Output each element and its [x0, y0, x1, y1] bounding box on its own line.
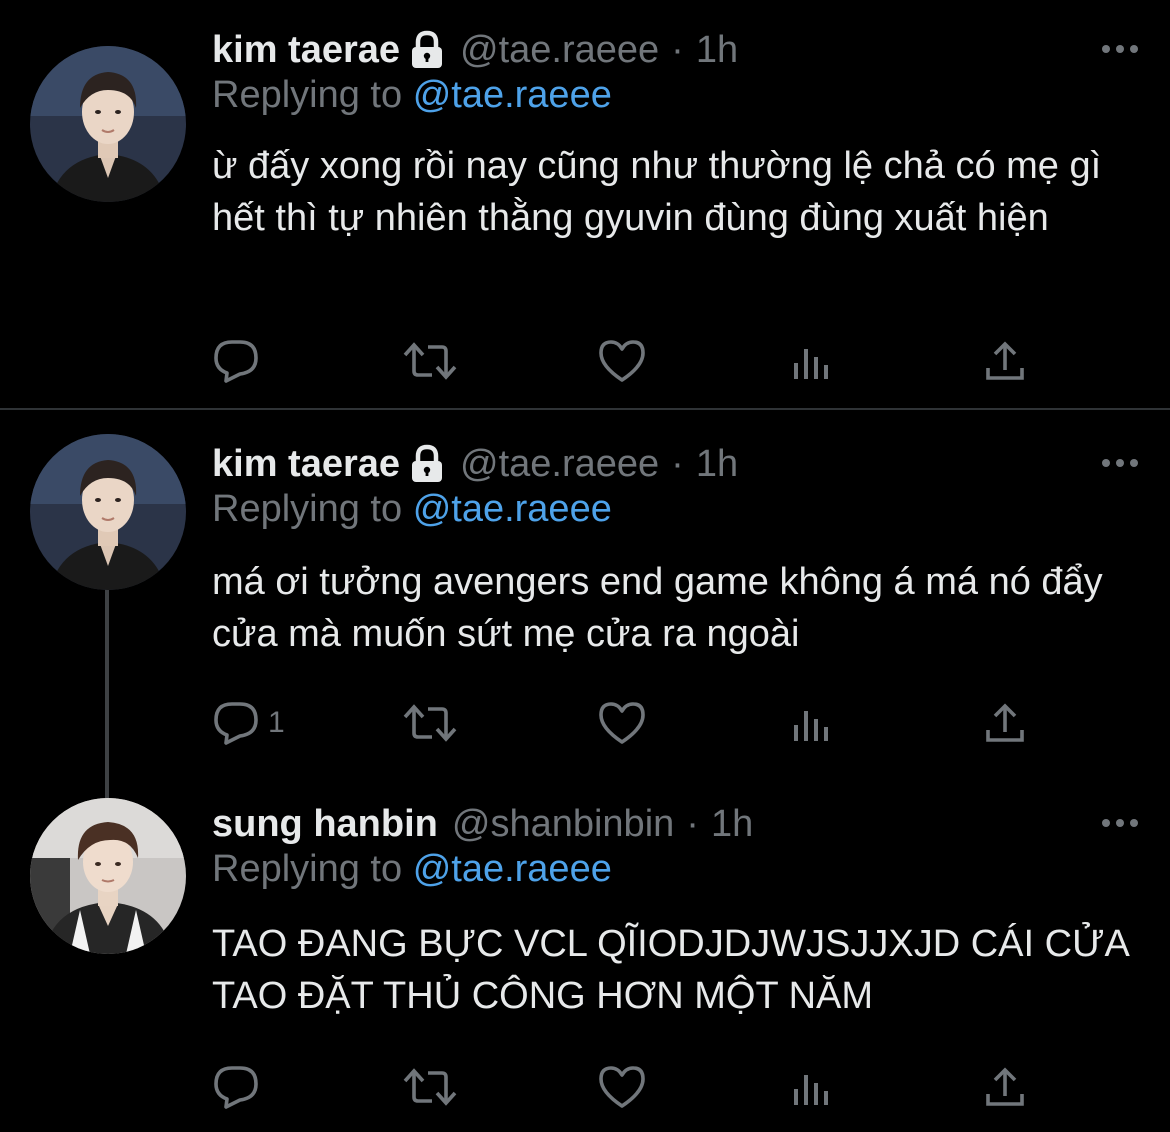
retweet-button[interactable] [402, 1062, 458, 1112]
views-icon [792, 341, 832, 381]
tweet-header: kim taerae @tae.raeee · 1h [212, 438, 738, 490]
reply-icon [212, 338, 260, 384]
avatar[interactable] [30, 798, 186, 954]
more-icon[interactable] [1100, 456, 1140, 470]
views-button[interactable] [792, 336, 832, 386]
handle[interactable]: @tae.raeee [460, 443, 659, 486]
tweet-3[interactable]: sung hanbin @shanbinbin · 1h Replying to… [0, 798, 1170, 1132]
views-button[interactable] [792, 1062, 832, 1112]
reply-icon [212, 1064, 260, 1110]
action-bar [212, 336, 1042, 386]
avatar[interactable] [30, 434, 186, 590]
replying-prefix: Replying to [212, 848, 403, 890]
share-icon [984, 1066, 1026, 1108]
tweet-text: má ơi tưởng avengers end game không á má… [212, 561, 1103, 655]
tweet-header: kim taerae @tae.raeee · 1h [212, 24, 738, 76]
display-name[interactable]: sung hanbin [212, 803, 438, 846]
retweet-icon [402, 1065, 458, 1109]
display-name[interactable]: kim taerae [212, 443, 400, 486]
like-icon [597, 700, 647, 746]
timestamp[interactable]: 1h [696, 29, 738, 72]
reply-count: 1 [268, 706, 285, 739]
like-button[interactable] [597, 698, 647, 748]
retweet-button[interactable] [402, 336, 458, 386]
replying-mention[interactable]: @tae.raeee [413, 848, 612, 890]
views-icon [792, 703, 832, 743]
reply-button[interactable] [212, 1062, 268, 1112]
share-button[interactable] [984, 336, 1026, 386]
like-icon [597, 338, 647, 384]
tweet-header: sung hanbin @shanbinbin · 1h [212, 798, 753, 850]
timestamp[interactable]: 1h [711, 803, 753, 846]
separator: · [671, 28, 684, 71]
thread-line [105, 588, 109, 798]
replying-mention[interactable]: @tae.raeee [413, 488, 612, 530]
like-icon [597, 1064, 647, 1110]
separator: · [686, 802, 699, 845]
replying-prefix: Replying to [212, 488, 403, 530]
replying-to: Replying to @tae.raeee [212, 488, 612, 531]
handle[interactable]: @shanbinbin [452, 803, 674, 846]
tweet-1[interactable]: kim taerae @tae.raeee · 1h Replying to @… [0, 24, 1170, 410]
more-icon[interactable] [1100, 42, 1140, 56]
retweet-icon [402, 339, 458, 383]
reply-button[interactable] [212, 336, 268, 386]
replying-prefix: Replying to [212, 74, 403, 116]
action-bar: 1 [212, 698, 1042, 748]
tweet-text: ừ đấy xong rồi nay cũng như thường lệ ch… [212, 145, 1102, 239]
reply-icon [212, 700, 260, 746]
handle[interactable]: @tae.raeee [460, 29, 659, 72]
retweet-button[interactable] [402, 698, 458, 748]
share-button[interactable] [984, 698, 1026, 748]
timestamp[interactable]: 1h [696, 443, 738, 486]
replying-mention[interactable]: @tae.raeee [413, 74, 612, 116]
share-button[interactable] [984, 1062, 1026, 1112]
share-icon [984, 340, 1026, 382]
like-button[interactable] [597, 1062, 647, 1112]
replying-to: Replying to @tae.raeee [212, 848, 612, 891]
reply-button[interactable]: 1 [212, 698, 285, 748]
tweet-2[interactable]: kim taerae @tae.raeee · 1h Replying to @… [0, 434, 1170, 798]
divider [0, 408, 1170, 410]
retweet-icon [402, 701, 458, 745]
views-icon [792, 1067, 832, 1107]
tweet-text: TAO ĐANG BỰC VCL QĨIODJDJWJSJJXJD CÁI CỬ… [212, 923, 1128, 1017]
avatar[interactable] [30, 46, 186, 202]
separator: · [671, 442, 684, 485]
lock-icon [408, 30, 446, 70]
action-bar [212, 1062, 1042, 1112]
more-icon[interactable] [1100, 816, 1140, 830]
views-button[interactable] [792, 698, 832, 748]
lock-icon [408, 444, 446, 484]
share-icon [984, 702, 1026, 744]
like-button[interactable] [597, 336, 647, 386]
replying-to: Replying to @tae.raeee [212, 74, 612, 117]
display-name[interactable]: kim taerae [212, 29, 400, 72]
